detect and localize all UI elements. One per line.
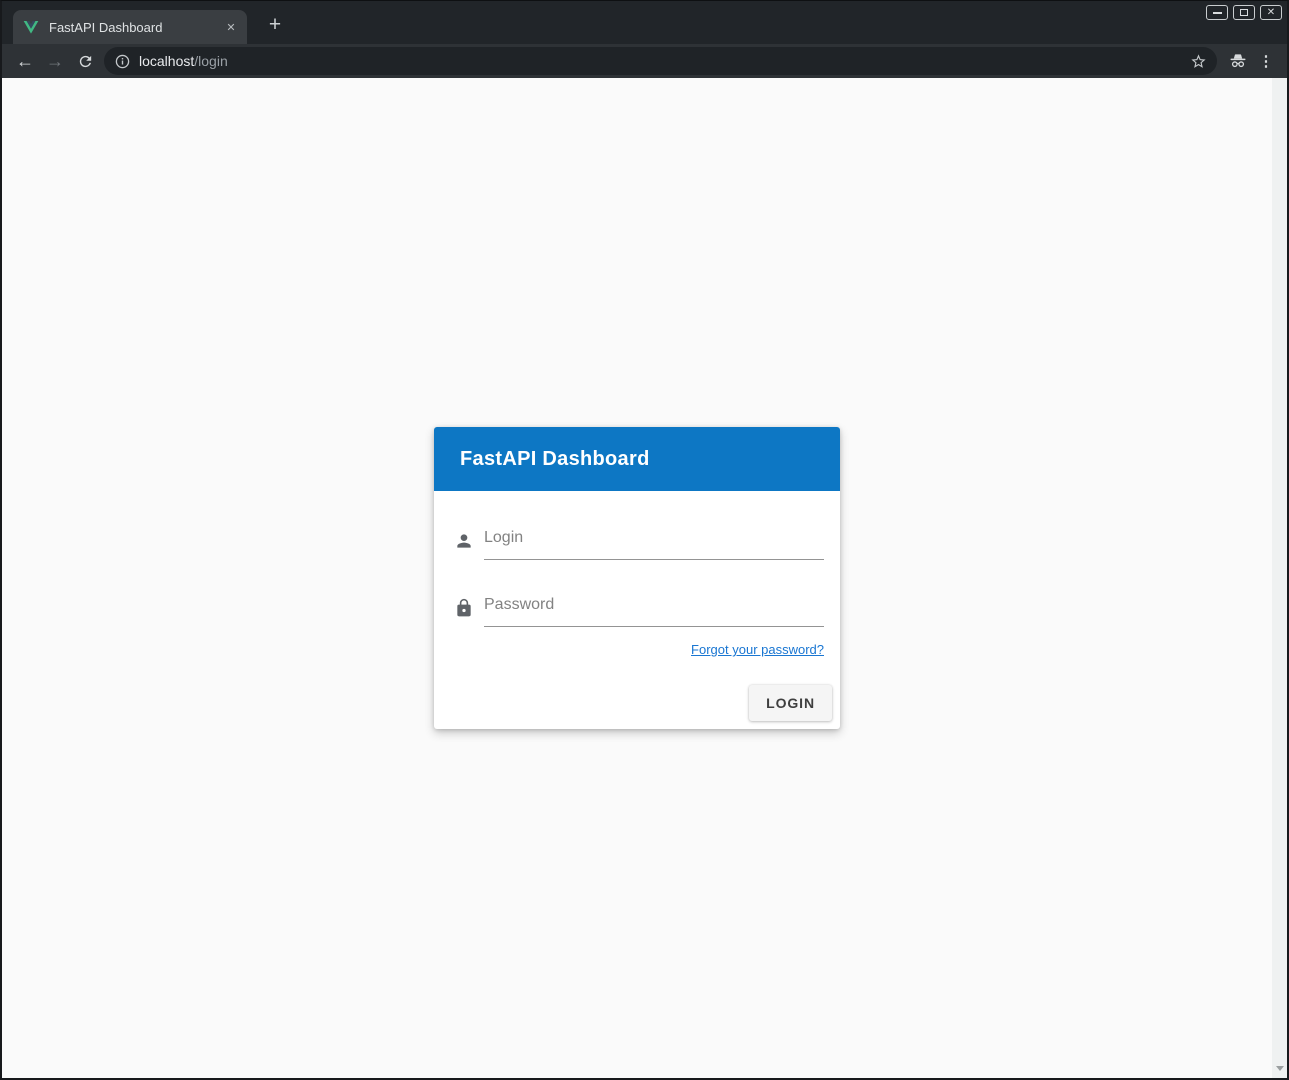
window-minimize-button[interactable] [1206, 5, 1228, 20]
login-card-title: FastAPI Dashboard [460, 448, 650, 471]
incognito-icon [1223, 47, 1253, 75]
browser-menu-button[interactable]: ⋮ [1253, 47, 1279, 75]
login-field-row [450, 529, 824, 560]
lock-icon [454, 598, 474, 618]
window-maximize-button[interactable] [1233, 5, 1255, 20]
back-button[interactable]: ← [10, 47, 40, 75]
login-card-header: FastAPI Dashboard [434, 427, 840, 491]
login-card-body: Forgot your password? [434, 529, 840, 659]
login-card: FastAPI Dashboard Forgot your password? [434, 427, 840, 729]
site-info-icon[interactable] [115, 54, 130, 69]
forgot-password-link[interactable]: Forgot your password? [691, 642, 824, 657]
url-path: /login [194, 53, 227, 69]
password-field-row [450, 596, 824, 627]
tab-fastapi-dashboard[interactable]: FastAPI Dashboard ✕ [13, 10, 247, 44]
reload-icon [77, 53, 94, 70]
close-icon: ✕ [1267, 8, 1275, 18]
new-tab-button[interactable]: + [261, 11, 289, 39]
tab-title: FastAPI Dashboard [49, 20, 221, 35]
login-input[interactable] [484, 529, 824, 560]
reload-button[interactable] [70, 47, 100, 75]
person-icon [454, 531, 474, 551]
vue-logo-icon [23, 19, 39, 35]
browser-window: FastAPI Dashboard ✕ + ✕ ← → [0, 0, 1289, 1080]
forgot-password-row: Forgot your password? [450, 641, 824, 659]
window-close-button[interactable]: ✕ [1260, 5, 1282, 20]
scroll-down-icon[interactable] [1276, 1066, 1284, 1071]
bookmark-star-button[interactable] [1185, 48, 1211, 74]
tab-strip: FastAPI Dashboard ✕ + ✕ [2, 1, 1287, 44]
login-button[interactable]: LOGIN [749, 685, 832, 721]
maximize-icon [1240, 9, 1248, 16]
vertical-scrollbar[interactable] [1272, 78, 1287, 1078]
star-icon [1190, 53, 1207, 70]
password-input[interactable] [484, 596, 824, 627]
address-bar[interactable]: localhost/login [104, 47, 1217, 75]
forward-button[interactable]: → [40, 47, 70, 75]
login-card-actions: LOGIN [434, 659, 840, 729]
tab-close-button[interactable]: ✕ [221, 17, 241, 37]
page-content: FastAPI Dashboard Forgot your password? [2, 78, 1287, 1078]
url-host: localhost [139, 53, 194, 69]
window-controls: ✕ [1206, 5, 1282, 20]
browser-toolbar: ← → localhost/login [2, 44, 1287, 78]
minimize-icon [1213, 12, 1222, 14]
